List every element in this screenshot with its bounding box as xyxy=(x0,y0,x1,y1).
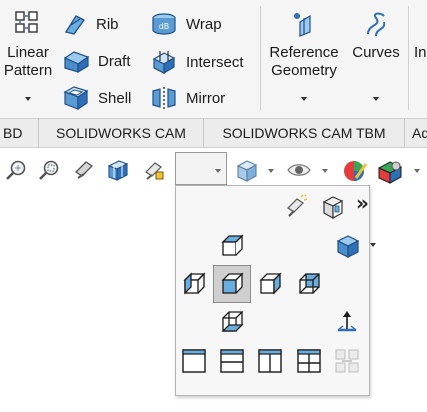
right-view-icon[interactable] xyxy=(257,271,283,297)
top-view-icon[interactable] xyxy=(219,233,245,259)
command-manager-tabs: BD SOLIDWORKS CAM SOLIDWORKS CAM TBM Ad xyxy=(0,118,427,148)
isometric-view-dropdown-icon[interactable] xyxy=(370,243,376,247)
heads-up-view-toolbar xyxy=(0,150,427,332)
command-manager-ribbon: Linear Pattern Rib Draft Shell dB Wrap I… xyxy=(0,0,427,118)
mirror-label: Mirror xyxy=(186,90,226,107)
reference-geometry-dropdown-icon[interactable] xyxy=(301,97,307,101)
up-axis-icon[interactable] xyxy=(334,308,360,334)
wrap-button[interactable]: dB Wrap xyxy=(150,12,230,38)
linear-pattern-label-line2: Pattern xyxy=(3,62,53,79)
svg-text:dB: dB xyxy=(159,22,170,31)
back-view-icon[interactable] xyxy=(296,271,322,297)
shell-icon xyxy=(63,86,89,111)
linear-pattern-icon xyxy=(15,11,38,33)
display-style-dropdown-icon[interactable] xyxy=(268,169,274,173)
edit-appearance-icon[interactable] xyxy=(342,158,368,184)
ribbon-group-divider xyxy=(260,6,261,110)
shell-label: Shell xyxy=(98,90,132,107)
more-views-chevron-icon[interactable]: » xyxy=(356,191,369,215)
link-views-icon xyxy=(335,349,359,373)
reference-geometry-label-line2: Geometry xyxy=(271,62,337,79)
bottom-view-icon[interactable] xyxy=(219,309,245,335)
tab-divider xyxy=(404,119,405,147)
rib-label: Rib xyxy=(96,16,119,33)
apply-scene-dropdown-icon[interactable] xyxy=(414,169,420,173)
curves-icon xyxy=(367,12,386,37)
rib-icon xyxy=(64,15,85,35)
normal-to-icon[interactable] xyxy=(320,194,346,220)
single-view-icon[interactable] xyxy=(181,348,207,374)
reference-geometry-icon xyxy=(294,13,311,37)
left-view-icon[interactable] xyxy=(181,271,207,297)
mirror-icon xyxy=(152,87,176,109)
curves-button[interactable]: Curves xyxy=(348,0,404,116)
tab-add-ins[interactable]: Ad xyxy=(406,119,427,147)
tab-solidworks-cam[interactable]: SOLIDWORKS CAM xyxy=(39,119,203,147)
shell-button[interactable]: Shell xyxy=(62,85,142,111)
wrap-label: Wrap xyxy=(186,16,222,33)
linear-pattern-button[interactable]: Linear Pattern xyxy=(0,0,56,116)
view-selector-icon[interactable] xyxy=(284,194,310,220)
wrap-icon: dB xyxy=(152,13,176,35)
intersect-button[interactable]: Intersect xyxy=(150,49,250,75)
section-view-icon[interactable] xyxy=(106,158,130,182)
previous-view-icon[interactable] xyxy=(72,158,96,182)
curves-label: Curves xyxy=(352,44,400,61)
tab-solidworks-cam-tbm[interactable]: SOLIDWORKS CAM TBM xyxy=(204,119,404,147)
reference-geometry-button[interactable]: Reference Geometry xyxy=(264,0,344,116)
linear-pattern-dropdown-icon[interactable] xyxy=(25,97,31,101)
hide-show-items-dropdown-icon[interactable] xyxy=(322,169,328,173)
ribbon-group-divider xyxy=(408,6,409,110)
intersect-icon xyxy=(152,51,176,75)
mirror-button[interactable]: Mirror xyxy=(150,85,240,111)
tab-bd[interactable]: BD xyxy=(0,119,38,147)
rib-button[interactable]: Rib xyxy=(62,12,134,38)
view-orientation-dropdown-icon[interactable] xyxy=(215,169,221,173)
dynamic-annotation-icon[interactable] xyxy=(142,158,166,182)
zoom-to-fit-icon[interactable] xyxy=(4,158,28,182)
linear-pattern-label-line1: Linear xyxy=(7,44,49,61)
four-view-icon[interactable] xyxy=(296,348,322,374)
intersect-label: Intersect xyxy=(186,54,244,71)
two-view-vertical-icon[interactable] xyxy=(257,348,283,374)
ribbon-next-group-label[interactable]: In xyxy=(414,44,427,61)
front-view-icon[interactable] xyxy=(219,271,245,297)
draft-icon xyxy=(63,51,90,73)
zoom-to-area-icon[interactable] xyxy=(37,158,61,182)
isometric-view-icon[interactable] xyxy=(335,233,361,259)
reference-geometry-label-line1: Reference xyxy=(269,44,339,61)
hide-show-items-icon[interactable] xyxy=(286,158,312,182)
display-style-icon[interactable] xyxy=(235,158,259,182)
draft-label: Draft xyxy=(98,53,131,70)
draft-button[interactable]: Draft xyxy=(62,49,142,75)
apply-scene-icon[interactable] xyxy=(376,158,404,184)
two-view-horizontal-icon[interactable] xyxy=(219,348,245,374)
curves-dropdown-icon[interactable] xyxy=(373,97,379,101)
